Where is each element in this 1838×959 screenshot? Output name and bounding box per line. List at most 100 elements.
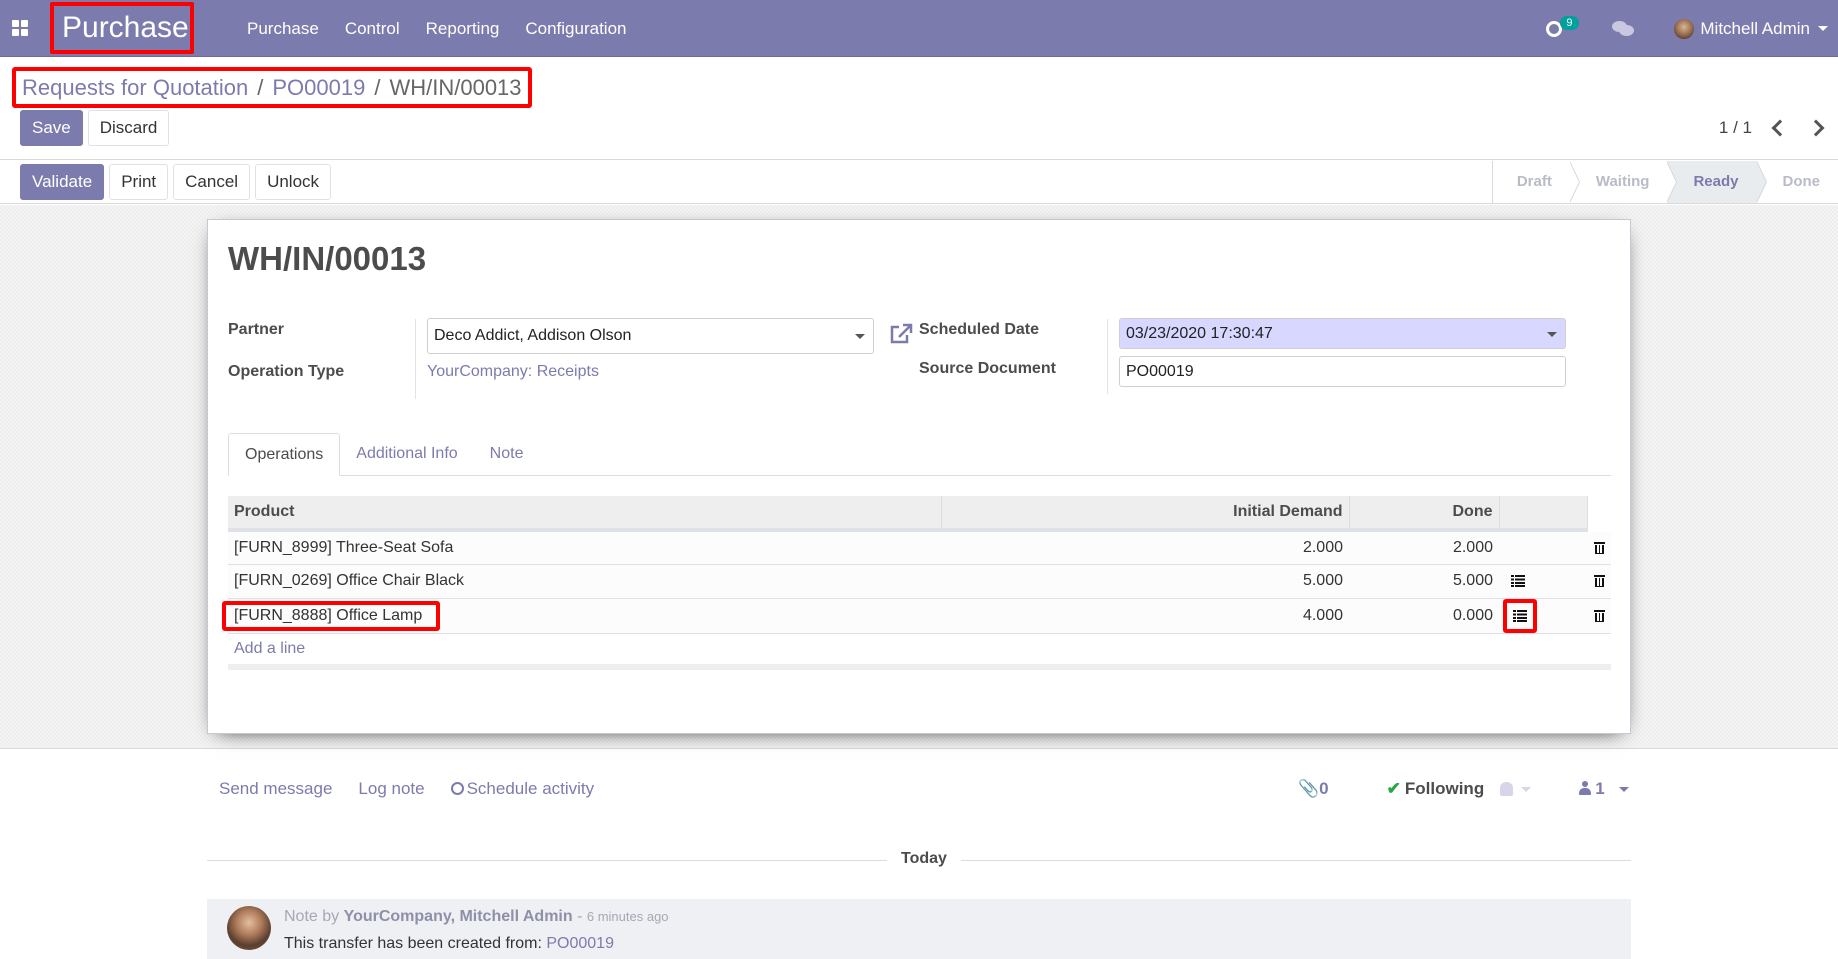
add-line-link[interactable]: Add a line <box>234 640 305 657</box>
menu-control[interactable]: Control <box>345 19 400 39</box>
product-cell[interactable]: [FURN_8999] Three-Seat Sofa <box>228 530 941 564</box>
message-author[interactable]: YourCompany, Mitchell Admin <box>344 908 573 925</box>
column-delete <box>1587 496 1611 530</box>
caret-down-icon[interactable] <box>1521 787 1531 792</box>
highlighted-details-button[interactable] <box>1503 599 1537 633</box>
apps-menu-icon[interactable] <box>12 20 28 36</box>
menu-configuration[interactable]: Configuration <box>525 19 626 39</box>
tab-operations[interactable]: Operations <box>228 433 340 476</box>
source-document-field[interactable]: PO00019 <box>1119 356 1566 387</box>
initial-demand-cell[interactable]: 4.000 <box>941 598 1349 633</box>
unlock-button[interactable]: Unlock <box>255 164 331 200</box>
table-row[interactable]: [FURN_8999] Three-Seat Sofa 2.000 2.000 <box>228 530 1611 564</box>
done-cell[interactable]: 2.000 <box>1349 530 1499 564</box>
product-cell[interactable]: [FURN_8888] Office Lamp <box>228 598 941 633</box>
partner-value: Deco Addict, Addison Olson <box>434 327 631 344</box>
log-note-button[interactable]: Log note <box>358 779 424 799</box>
attachments-button[interactable]: 📎0 <box>1298 779 1329 799</box>
followers-button[interactable]: 1 <box>1579 779 1628 799</box>
date-separator-label: Today <box>887 850 961 868</box>
message-link[interactable]: PO00019 <box>546 935 614 952</box>
operation-type-label: Operation Type <box>228 363 344 381</box>
product-cell[interactable]: [FURN_0269] Office Chair Black <box>228 564 941 598</box>
breadcrumb-separator: / <box>257 75 263 101</box>
breadcrumb-rfq[interactable]: Requests for Quotation <box>22 75 248 101</box>
top-navbar: Purchase Purchase Control Reporting Conf… <box>0 0 1838 57</box>
done-cell[interactable]: 5.000 <box>1349 564 1499 598</box>
schedule-activity-label: Schedule activity <box>467 779 595 798</box>
dash: - <box>577 908 587 925</box>
source-document-label: Source Document <box>919 360 1056 378</box>
clock-icon <box>451 782 464 795</box>
activity-button[interactable]: 9 <box>1546 18 1568 40</box>
cancel-button[interactable]: Cancel <box>173 164 250 200</box>
trash-icon[interactable] <box>1594 609 1605 622</box>
done-cell[interactable]: 0.000 <box>1349 598 1499 633</box>
scheduled-date-value: 03/23/2020 17:30:47 <box>1126 325 1273 342</box>
breadcrumb-po[interactable]: PO00019 <box>272 75 365 101</box>
table-header-row: Product Initial Demand Done <box>228 496 1611 530</box>
caret-down-icon <box>1818 26 1828 31</box>
pager: 1 / 1 <box>1719 118 1822 138</box>
validate-button[interactable]: Validate <box>20 164 104 200</box>
breadcrumb: Requests for Quotation / PO00019 / WH/IN… <box>12 67 532 108</box>
initial-demand-cell[interactable]: 5.000 <box>941 564 1349 598</box>
tab-note[interactable]: Note <box>474 433 540 476</box>
stage-done[interactable]: Done <box>1757 161 1838 203</box>
details-cell <box>1499 530 1587 564</box>
table-row[interactable]: [FURN_8888] Office Lamp 4.000 0.000 <box>228 598 1611 633</box>
user-avatar <box>1674 19 1694 39</box>
operation-type-link[interactable]: YourCompany: Receipts <box>427 363 599 381</box>
detailed-operations-icon[interactable] <box>1513 610 1527 622</box>
chevron-left-icon[interactable] <box>1772 120 1789 137</box>
message-text: This transfer has been created from: <box>284 935 542 952</box>
messaging-icon[interactable] <box>1612 21 1634 37</box>
external-link-icon[interactable] <box>889 323 913 345</box>
form-statusbar: Validate Print Cancel Unlock Draft Waiti… <box>0 161 1838 204</box>
user-menu[interactable]: Mitchell Admin <box>1674 19 1828 39</box>
main-menu: Purchase Control Reporting Configuration <box>247 0 652 57</box>
followers-count: 1 <box>1595 779 1604 798</box>
check-icon: ✔ <box>1387 779 1401 798</box>
table-row[interactable]: [FURN_0269] Office Chair Black 5.000 5.0… <box>228 564 1611 598</box>
caret-down-icon <box>1619 787 1629 792</box>
trash-icon[interactable] <box>1594 574 1605 587</box>
following-button[interactable]: ✔Following <box>1387 779 1485 799</box>
column-done[interactable]: Done <box>1349 496 1499 530</box>
stage-waiting[interactable]: Waiting <box>1570 161 1668 203</box>
column-initial-demand[interactable]: Initial Demand <box>941 496 1349 530</box>
initial-demand-cell[interactable]: 2.000 <box>941 530 1349 564</box>
operations-table: Product Initial Demand Done [FURN_8999] … <box>228 496 1611 670</box>
author-avatar[interactable] <box>227 906 271 950</box>
column-details <box>1499 496 1587 530</box>
divider <box>415 319 416 399</box>
discard-button[interactable]: Discard <box>88 110 170 146</box>
print-button[interactable]: Print <box>109 164 168 200</box>
bell-icon[interactable] <box>1500 782 1513 796</box>
details-cell <box>1499 598 1587 633</box>
message-prefix: Note by <box>284 908 339 925</box>
send-message-button[interactable]: Send message <box>219 779 332 799</box>
following-label: Following <box>1405 779 1484 798</box>
stage-draft[interactable]: Draft <box>1493 161 1570 203</box>
menu-purchase[interactable]: Purchase <box>247 19 319 39</box>
trash-icon[interactable] <box>1594 541 1605 554</box>
partner-label: Partner <box>228 321 284 339</box>
column-product[interactable]: Product <box>228 496 941 530</box>
dropdown-caret-icon[interactable] <box>1547 332 1557 337</box>
menu-reporting[interactable]: Reporting <box>426 19 500 39</box>
tab-additional-info[interactable]: Additional Info <box>340 433 473 476</box>
scheduled-date-field[interactable]: 03/23/2020 17:30:47 <box>1119 318 1566 349</box>
control-panel: Requests for Quotation / PO00019 / WH/IN… <box>0 58 1838 160</box>
app-brand[interactable]: Purchase <box>50 2 194 54</box>
dropdown-caret-icon[interactable] <box>855 334 865 339</box>
message-time: 6 minutes ago <box>587 909 669 924</box>
schedule-activity-button[interactable]: Schedule activity <box>451 779 595 799</box>
partner-field[interactable]: Deco Addict, Addison Olson <box>427 318 874 354</box>
chevron-right-icon[interactable] <box>1808 120 1825 137</box>
pager-value[interactable]: 1 / 1 <box>1719 118 1752 138</box>
stage-ready[interactable]: Ready <box>1667 161 1756 203</box>
save-button[interactable]: Save <box>20 110 83 146</box>
attachment-count: 0 <box>1319 779 1328 798</box>
detailed-operations-icon[interactable] <box>1511 575 1525 587</box>
